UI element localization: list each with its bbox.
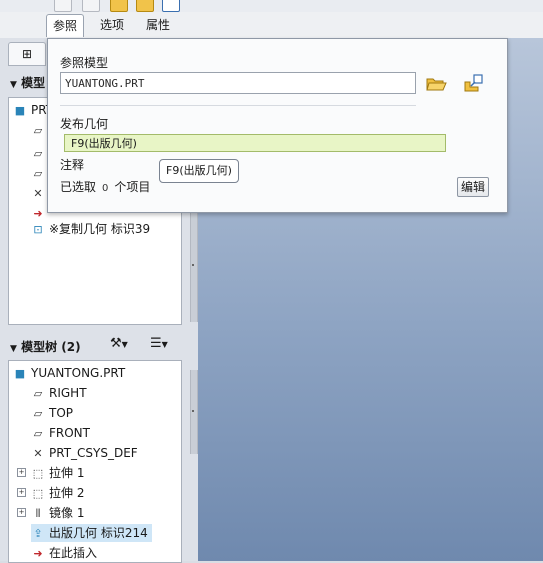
ref-model-field[interactable]: YUANTONG.PRT (60, 72, 416, 94)
toolbar-icon[interactable] (54, 0, 72, 12)
tree-item-top[interactable]: ▱ TOP (31, 404, 73, 422)
toolbar-icon[interactable] (82, 0, 100, 12)
tree-item-insert-here[interactable]: ➜ 在此插入 (31, 544, 97, 562)
expand-toggle[interactable]: + (17, 488, 26, 497)
tree-item-front[interactable]: ▱ FRONT (31, 424, 90, 442)
expand-toggle[interactable]: + (17, 508, 26, 517)
dropdown-arrow-icon: ▼ (161, 340, 168, 349)
model-tree-tab[interactable]: ⊞ (8, 42, 46, 66)
lower-tree-title[interactable]: ▼ 模型树 (2) (10, 338, 81, 355)
section-divider (60, 105, 416, 106)
place-model-icon (464, 74, 483, 92)
tree-item-csys[interactable]: ✕ PRT_CSYS_DEF (31, 444, 137, 462)
datum-plane-icon: ▱ (33, 407, 43, 420)
edit-button[interactable]: 编辑 (457, 177, 490, 197)
collapse-triangle-icon: ▼ (10, 344, 17, 354)
dashboard-tabs: 参照 选项 属性 (0, 12, 543, 38)
tools-icon: ⚒ (110, 336, 122, 351)
publish-geometry-label: 发布几何 (60, 117, 109, 131)
csys-icon: ✕ (33, 187, 43, 200)
selected-count-text: 已选取 0 个项目 (60, 180, 151, 194)
tooltip: F9(出版几何) (159, 159, 239, 183)
tree-item-extrude-1[interactable]: ⬚ 拉伸 1 (31, 464, 85, 482)
splitter-grip (192, 264, 194, 266)
csys-icon: ✕ (33, 447, 43, 460)
tree-settings-button[interactable]: ⚒▼ (110, 336, 128, 351)
list-icon: ☰ (150, 336, 162, 351)
datum-plane-icon: ▱ (33, 147, 43, 160)
insert-here-icon: ➜ (33, 547, 43, 560)
ref-model-label: 参照模型 (60, 56, 109, 70)
tree-root[interactable]: ■ YUANTONG.PRT (13, 364, 125, 382)
upper-tree-title[interactable]: ▼ 模型 (10, 74, 45, 91)
publish-geometry-icon: ⇪ (33, 527, 43, 540)
open-folder-icon (426, 78, 447, 91)
open-model-button[interactable] (424, 72, 448, 94)
part-icon: ■ (14, 104, 26, 117)
datum-plane-icon: ▱ (33, 427, 43, 440)
tab-options[interactable]: 选项 (90, 14, 134, 36)
tree-item-mirror-1[interactable]: ⫴ 镜像 1 (31, 504, 85, 522)
extrude-icon: ⬚ (32, 487, 44, 500)
export-icon[interactable] (162, 0, 180, 12)
lower-model-tree: ■ YUANTONG.PRT ▱ RIGHT ▱ TOP ▱ FRONT ✕ PRT_CS… (8, 360, 182, 563)
collapse-triangle-icon: ▼ (10, 80, 17, 90)
datum-plane-icon: ▱ (33, 124, 43, 137)
open-folder-icon[interactable] (110, 0, 128, 12)
tree-item[interactable]: ⊡ ※复制几何 标识39 (31, 220, 150, 238)
folder-icon[interactable] (136, 0, 154, 12)
tree-item-extrude-2[interactable]: ⬚ 拉伸 2 (31, 484, 85, 502)
tree-item-right[interactable]: ▱ RIGHT (31, 384, 87, 402)
tab-properties[interactable]: 属性 (138, 14, 178, 36)
tree-columns-button[interactable]: ☰▼ (150, 336, 168, 351)
note-label: 注释 (60, 158, 85, 172)
expand-toggle[interactable]: + (17, 468, 26, 477)
vertical-splitter[interactable] (190, 370, 198, 454)
references-panel: 参照模型 YUANTONG.PRT 发布几何 F9(出版几何) 注释 F9(出版… (47, 38, 508, 213)
select-model-button[interactable] (462, 72, 486, 94)
tree-item-publish-geometry[interactable]: ⇪ 出版几何 标识214 (31, 524, 152, 542)
mirror-icon: ⫴ (35, 507, 41, 520)
datum-plane-icon: ▱ (33, 167, 43, 180)
dropdown-arrow-icon: ▼ (121, 340, 128, 349)
publish-geometry-collector[interactable]: F9(出版几何) (64, 134, 446, 152)
model-tree-tab-icon: ⊞ (21, 47, 33, 61)
datum-plane-icon: ▱ (33, 387, 43, 400)
copy-geometry-icon: ⊡ (33, 223, 43, 236)
tab-references[interactable]: 参照 (46, 14, 84, 37)
extrude-icon: ⬚ (32, 467, 44, 480)
part-icon: ■ (14, 367, 26, 380)
splitter-grip (192, 410, 194, 412)
